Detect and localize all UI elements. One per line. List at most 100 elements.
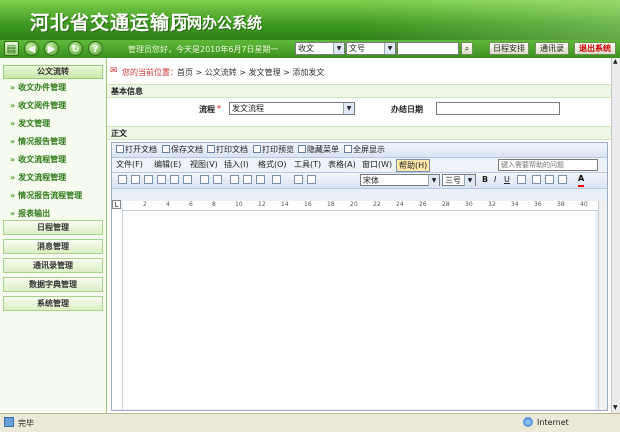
undo-icon[interactable] bbox=[272, 175, 281, 184]
flow-select[interactable]: 发文流程 ▼ bbox=[229, 102, 355, 115]
font-size-select[interactable]: 三号 ▼ bbox=[442, 174, 476, 186]
italic-button[interactable]: I bbox=[494, 174, 496, 185]
decrease-indent-icon[interactable] bbox=[558, 175, 567, 184]
schedule-button[interactable]: 日程安排 bbox=[489, 42, 529, 55]
fullscreen-icon bbox=[344, 145, 352, 153]
tab-stop-icon[interactable]: L bbox=[112, 200, 121, 209]
breadcrumb-path[interactable]: 首页 > 公文流转 > 发文管理 > 添加发文 bbox=[177, 67, 324, 78]
underline-button[interactable]: U bbox=[504, 174, 510, 185]
page-scrollbar[interactable]: ▲ ▼ bbox=[611, 58, 620, 413]
align-justify-icon[interactable] bbox=[517, 175, 526, 184]
sidebar-item-incoming-flow[interactable]: » 收文流程管理 bbox=[10, 153, 66, 167]
sidebar-item-report[interactable]: » 情况报告管理 bbox=[10, 135, 66, 149]
font-name-select[interactable]: 宋体 ▼ bbox=[360, 174, 440, 186]
menu-view[interactable]: 视图(V) bbox=[190, 159, 218, 170]
double-chevron-icon: » bbox=[10, 191, 16, 200]
document-page[interactable] bbox=[123, 211, 595, 409]
sidebar-section-schedule[interactable]: 日程管理 bbox=[3, 220, 103, 235]
date-label: 办结日期 bbox=[391, 105, 423, 114]
menu-tools[interactable]: 工具(T) bbox=[294, 159, 321, 170]
menu-insert[interactable]: 插入(I) bbox=[224, 159, 249, 170]
search-input[interactable] bbox=[397, 42, 459, 55]
open-doc-button[interactable]: 打开文档 bbox=[116, 144, 157, 155]
app-subtitle: 内网办公系统 bbox=[172, 14, 263, 32]
print-icon bbox=[207, 145, 215, 153]
refresh-icon[interactable]: ↻ bbox=[68, 41, 83, 56]
sidebar-item-report-output[interactable]: » 报表输出 bbox=[10, 207, 50, 221]
ruler-mark: 30 bbox=[465, 201, 473, 208]
numbered-list-icon[interactable] bbox=[532, 175, 541, 184]
editor-scrollbar[interactable] bbox=[598, 201, 607, 410]
research-icon[interactable] bbox=[213, 175, 222, 184]
sidebar-section-messages[interactable]: 消息管理 bbox=[3, 239, 103, 254]
table-icon[interactable] bbox=[307, 175, 316, 184]
ruler-mark: 8 bbox=[212, 201, 216, 208]
save-doc-button[interactable]: 保存文档 bbox=[162, 144, 203, 155]
ruler-mark: 34 bbox=[511, 201, 519, 208]
app-title: 河北省交通运输厅 bbox=[30, 12, 191, 34]
forward-arrow-icon[interactable]: ▶ bbox=[44, 41, 59, 56]
sidebar-item-outgoing-flow[interactable]: » 发文流程管理 bbox=[10, 171, 66, 185]
ruler-mark: 38 bbox=[557, 201, 565, 208]
print-doc-button[interactable]: 打印文档 bbox=[207, 144, 248, 155]
cut-icon[interactable] bbox=[230, 175, 239, 184]
menu-icon bbox=[298, 145, 306, 153]
doc-num-value: 文号 bbox=[349, 44, 365, 53]
scroll-down-icon[interactable]: ▼ bbox=[613, 404, 618, 411]
sidebar-item-outgoing[interactable]: » 发文管理 bbox=[10, 117, 50, 131]
search-button[interactable]: ⌕ bbox=[461, 42, 473, 55]
header-decoration bbox=[360, 0, 620, 40]
search-icon: ⌕ bbox=[464, 44, 470, 53]
double-chevron-icon: » bbox=[10, 137, 16, 146]
zone-text: Internet bbox=[537, 418, 569, 427]
ruler-mark: 28 bbox=[442, 201, 450, 208]
sidebar-section-system[interactable]: 系统管理 bbox=[3, 296, 103, 311]
paste-icon[interactable] bbox=[256, 175, 265, 184]
back-arrow-icon[interactable]: ◀ bbox=[24, 41, 39, 56]
new-doc-icon[interactable] bbox=[118, 175, 127, 184]
required-mark: * bbox=[217, 104, 221, 113]
flow-select-value: 发文流程 bbox=[232, 104, 264, 113]
sidebar-section-contacts[interactable]: 通讯录管理 bbox=[3, 258, 103, 273]
menu-edit[interactable]: 编辑(E) bbox=[154, 159, 181, 170]
print-preview-button[interactable]: 打印预览 bbox=[253, 144, 294, 155]
globe-icon bbox=[523, 417, 533, 427]
print-icon[interactable] bbox=[170, 175, 179, 184]
logout-button[interactable]: 退出系统 bbox=[574, 42, 616, 55]
hyperlink-icon[interactable] bbox=[294, 175, 303, 184]
save-icon[interactable] bbox=[144, 175, 153, 184]
fullscreen-button[interactable]: 全屏显示 bbox=[344, 144, 385, 155]
menu-window[interactable]: 窗口(W) bbox=[362, 159, 392, 170]
bold-button[interactable]: B bbox=[482, 174, 488, 185]
copy-icon[interactable] bbox=[243, 175, 252, 184]
date-input[interactable] bbox=[436, 102, 560, 115]
open-icon[interactable] bbox=[131, 175, 140, 184]
menu-table[interactable]: 表格(A) bbox=[328, 159, 356, 170]
help-icon[interactable]: ? bbox=[88, 41, 103, 56]
print-preview-icon[interactable] bbox=[183, 175, 192, 184]
scroll-up-icon[interactable]: ▲ bbox=[613, 58, 618, 65]
menu-format[interactable]: 格式(O) bbox=[258, 159, 287, 170]
spellcheck-icon[interactable] bbox=[200, 175, 209, 184]
font-color-button[interactable]: A bbox=[578, 174, 585, 187]
chevron-down-icon: ▼ bbox=[464, 175, 475, 186]
doc-num-select[interactable]: 文号 ▼ bbox=[346, 42, 396, 55]
double-chevron-icon: » bbox=[10, 155, 16, 164]
sidebar-item-incoming-read[interactable]: » 收文阅件管理 bbox=[10, 99, 66, 113]
menu-help[interactable]: 帮助(H) bbox=[396, 159, 431, 172]
book-icon[interactable]: ▤ bbox=[4, 41, 19, 56]
doc-type-select[interactable]: 收文 ▼ bbox=[295, 42, 345, 55]
ruler-mark: 26 bbox=[419, 201, 427, 208]
hide-menu-button[interactable]: 隐藏菜单 bbox=[298, 144, 339, 155]
bullet-list-icon[interactable] bbox=[545, 175, 554, 184]
menu-file[interactable]: 文件(F) bbox=[116, 159, 143, 170]
help-search-input[interactable] bbox=[498, 159, 598, 171]
permission-icon[interactable] bbox=[157, 175, 166, 184]
breadcrumb: ✉ 您的当前位置： 首页 > 公文流转 > 发文管理 > 添加发文 bbox=[107, 66, 620, 80]
contacts-button[interactable]: 通讯录 bbox=[535, 42, 569, 55]
sidebar-section-dictionary[interactable]: 数据字典管理 bbox=[3, 277, 103, 292]
chevron-down-icon: ▼ bbox=[343, 103, 354, 114]
sidebar-item-report-flow[interactable]: » 情况报告流程管理 bbox=[10, 189, 82, 203]
sidebar-item-incoming-process[interactable]: » 收文办件管理 bbox=[10, 81, 66, 95]
sidebar-header[interactable]: 公文流转 bbox=[3, 65, 103, 79]
